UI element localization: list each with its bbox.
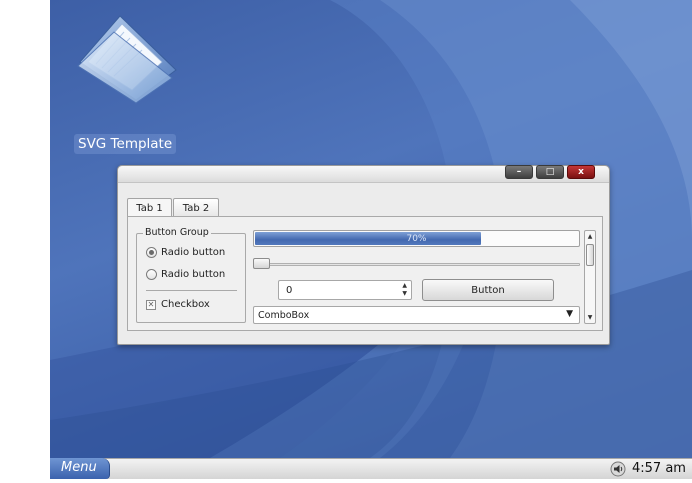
push-button[interactable]: Button bbox=[422, 279, 554, 301]
progress-bar: 70% bbox=[253, 230, 580, 247]
radio-indicator-checked bbox=[146, 247, 157, 258]
slider-handle[interactable] bbox=[253, 258, 270, 269]
widget-demo-window: – □ x Tab 1 Tab 2 Button Group Radio but… bbox=[117, 165, 610, 345]
folder-icon bbox=[77, 15, 177, 104]
spinbox[interactable]: 0 ▲ ▼ bbox=[278, 280, 412, 300]
checkbox[interactable]: ✕ Checkbox bbox=[146, 299, 210, 310]
radio-button-1[interactable]: Radio button bbox=[146, 247, 225, 258]
spinbox-value: 0 bbox=[286, 285, 293, 296]
minimize-button[interactable]: – bbox=[505, 165, 533, 179]
maximize-button[interactable]: □ bbox=[536, 165, 564, 179]
speaker-icon[interactable] bbox=[610, 461, 626, 477]
scroll-down-icon[interactable]: ▼ bbox=[586, 313, 594, 322]
progress-text: 70% bbox=[406, 233, 427, 244]
desktop-icon-label: SVG Template bbox=[74, 134, 177, 154]
tab-1[interactable]: Tab 1 bbox=[127, 198, 172, 218]
radio-button-1-label: Radio button bbox=[161, 247, 226, 258]
slider-track[interactable] bbox=[253, 263, 580, 266]
radio-button-2[interactable]: Radio button bbox=[146, 269, 225, 280]
vertical-scrollbar[interactable]: ▲ ▼ bbox=[584, 230, 596, 324]
taskbar: Menu 4:57 am bbox=[50, 458, 692, 479]
combobox[interactable]: ComboBox ▼ bbox=[253, 306, 580, 324]
combobox-value: ComboBox bbox=[258, 310, 310, 321]
checkbox-label: Checkbox bbox=[161, 299, 210, 310]
menu-button[interactable]: Menu bbox=[50, 458, 110, 479]
clock: 4:57 am bbox=[632, 461, 686, 476]
scroll-up-icon[interactable]: ▲ bbox=[586, 232, 594, 241]
close-button[interactable]: x bbox=[567, 165, 595, 179]
chevron-down-icon[interactable]: ▼ bbox=[566, 309, 573, 319]
checkbox-indicator: ✕ bbox=[146, 299, 156, 310]
button-group: Button Group Radio button Radio button ✕… bbox=[136, 227, 246, 323]
radio-indicator-unchecked bbox=[146, 269, 157, 280]
window-titlebar[interactable]: – □ x bbox=[118, 165, 609, 183]
group-divider bbox=[146, 290, 237, 291]
tab-panel: Button Group Radio button Radio button ✕… bbox=[127, 216, 603, 331]
tab-2[interactable]: Tab 2 bbox=[173, 198, 219, 217]
scrollbar-thumb[interactable] bbox=[586, 244, 594, 266]
radio-button-2-label: Radio button bbox=[161, 269, 226, 280]
spinbox-arrows-icon[interactable]: ▲ ▼ bbox=[402, 282, 407, 298]
button-group-title: Button Group bbox=[143, 227, 211, 238]
